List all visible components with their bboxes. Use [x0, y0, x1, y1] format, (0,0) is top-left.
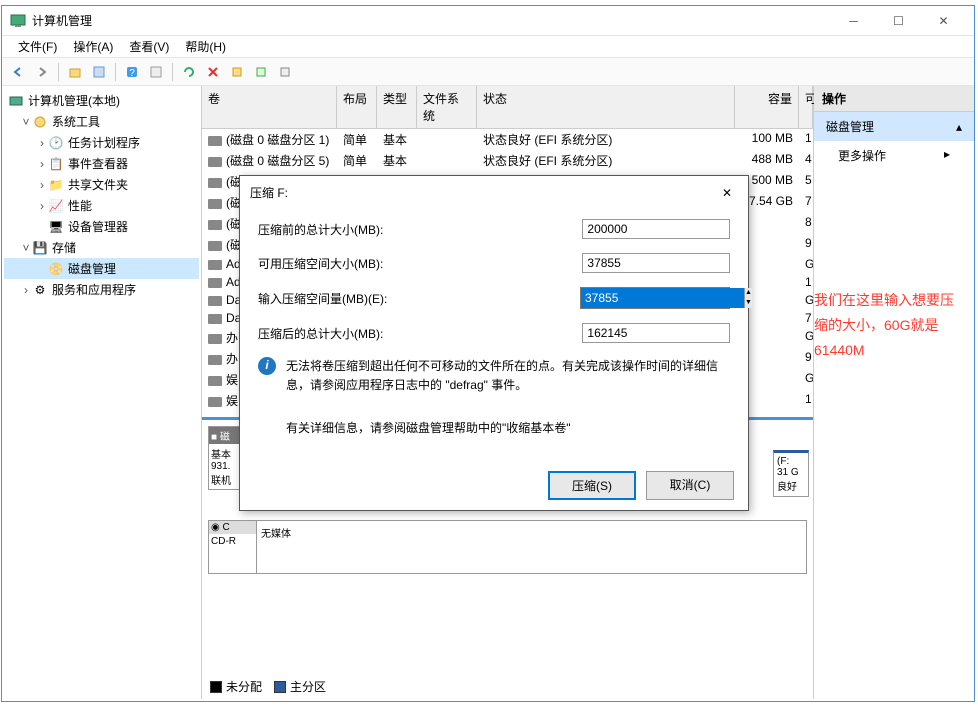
tree-device-manager[interactable]: 🖥设备管理器	[4, 216, 199, 237]
shrink-amount-input[interactable]	[581, 288, 744, 308]
avail-value: 37855	[582, 253, 730, 273]
actions-pane: 操作 磁盘管理▴ 更多操作▸	[814, 86, 974, 699]
view-button[interactable]	[89, 62, 109, 82]
avail-label: 可用压缩空间大小(MB):	[258, 255, 582, 272]
actions-more[interactable]: 更多操作▸	[814, 141, 974, 170]
window-title: 计算机管理	[32, 12, 831, 29]
tree-pane: 计算机管理(本地) ˅系统工具 ›🕑任务计划程序 ›📋事件查看器 ›📁共享文件夹…	[2, 86, 202, 699]
tree-services-apps[interactable]: ›⚙服务和应用程序	[4, 279, 199, 300]
shrink-button[interactable]: 压缩(S)	[548, 471, 636, 500]
refresh-button[interactable]	[179, 62, 199, 82]
tool1-button[interactable]	[227, 62, 247, 82]
info-text-1: 无法将卷压缩到超出任何不可移动的文件所在的点。有关完成该操作时间的详细信息，请参…	[286, 357, 730, 395]
shrink-dialog: 压缩 F: ✕ 压缩前的总计大小(MB): 200000 可用压缩空间大小(MB…	[239, 175, 749, 511]
tool2-button[interactable]	[251, 62, 271, 82]
toolbar: ?	[2, 58, 974, 86]
tree-disk-management[interactable]: 📀磁盘管理	[4, 258, 199, 279]
col-extra[interactable]: 可	[799, 86, 813, 128]
info-icon: i	[258, 357, 276, 375]
close-button[interactable]: ✕	[921, 7, 966, 35]
minimize-button[interactable]: ─	[831, 7, 876, 35]
menubar: 文件(F) 操作(A) 查看(V) 帮助(H)	[2, 36, 974, 58]
app-icon	[10, 13, 26, 29]
annotation: 我们在这里输入想要压 缩的大小，60G就是 61440M	[814, 288, 974, 364]
info-text-2: 有关详细信息，请参阅磁盘管理帮助中的"收缩基本卷"	[286, 419, 571, 438]
cancel-button[interactable]: 取消(C)	[646, 471, 734, 500]
col-layout[interactable]: 布局	[337, 86, 377, 128]
total-before-label: 压缩前的总计大小(MB):	[258, 221, 582, 238]
maximize-button[interactable]: ☐	[876, 7, 921, 35]
chevron-right-icon: ▸	[944, 147, 950, 164]
menu-help[interactable]: 帮助(H)	[177, 38, 234, 55]
total-after-label: 压缩后的总计大小(MB):	[258, 325, 582, 342]
tree-storage[interactable]: ˅💾存储	[4, 237, 199, 258]
menu-action[interactable]: 操作(A)	[65, 38, 121, 55]
col-volume[interactable]: 卷	[202, 86, 337, 128]
tool3-button[interactable]	[275, 62, 295, 82]
table-header: 卷 布局 类型 文件系统 状态 容量 可	[202, 86, 813, 129]
delete-button[interactable]	[203, 62, 223, 82]
dialog-close-button[interactable]: ✕	[716, 186, 738, 200]
col-filesystem[interactable]: 文件系统	[417, 86, 477, 128]
help-button[interactable]: ?	[122, 62, 142, 82]
spin-up-button[interactable]: ▲	[745, 288, 752, 298]
titlebar: 计算机管理 ─ ☐ ✕	[2, 6, 974, 36]
cdrom-partition[interactable]: 无媒体	[256, 520, 807, 574]
partition-f-box[interactable]: (F: 31 G 良好	[773, 450, 809, 497]
collapse-icon: ▴	[956, 120, 962, 134]
menu-view[interactable]: 查看(V)	[121, 38, 177, 55]
menu-file[interactable]: 文件(F)	[10, 38, 65, 55]
spin-down-button[interactable]: ▼	[745, 298, 752, 308]
tree-system-tools[interactable]: ˅系统工具	[4, 111, 199, 132]
props-button[interactable]	[146, 62, 166, 82]
col-type[interactable]: 类型	[377, 86, 417, 128]
forward-button[interactable]	[32, 62, 52, 82]
total-after-value: 162145	[582, 323, 730, 343]
dialog-title: 压缩 F:	[250, 184, 288, 201]
legend-unallocated: 未分配	[226, 678, 262, 695]
back-button[interactable]	[8, 62, 28, 82]
shrink-amount-spinner[interactable]: ▲ ▼	[580, 287, 730, 309]
svg-text:?: ?	[129, 68, 135, 79]
legend-primary: 主分区	[290, 678, 326, 695]
col-capacity[interactable]: 容量	[735, 86, 799, 128]
tree-task-scheduler[interactable]: ›🕑任务计划程序	[4, 132, 199, 153]
actions-diskmgmt[interactable]: 磁盘管理▴	[814, 112, 974, 141]
input-label: 输入压缩空间量(MB)(E):	[258, 290, 580, 307]
up-button[interactable]	[65, 62, 85, 82]
tree-root[interactable]: 计算机管理(本地)	[4, 90, 199, 111]
legend: 未分配 主分区	[210, 678, 326, 695]
table-row[interactable]: (磁盘 0 磁盘分区 1)简单基本状态良好 (EFI 系统分区)100 MB1	[202, 129, 813, 150]
tree-shared-folders[interactable]: ›📁共享文件夹	[4, 174, 199, 195]
col-status[interactable]: 状态	[477, 86, 735, 128]
tree-performance[interactable]: ›📈性能	[4, 195, 199, 216]
actions-header: 操作	[814, 86, 974, 112]
table-row[interactable]: (磁盘 0 磁盘分区 5)简单基本状态良好 (EFI 系统分区)488 MB4	[202, 150, 813, 171]
cdrom-header[interactable]: ◉ C CD-R	[208, 520, 256, 574]
tree-event-viewer[interactable]: ›📋事件查看器	[4, 153, 199, 174]
total-before-value: 200000	[582, 219, 730, 239]
